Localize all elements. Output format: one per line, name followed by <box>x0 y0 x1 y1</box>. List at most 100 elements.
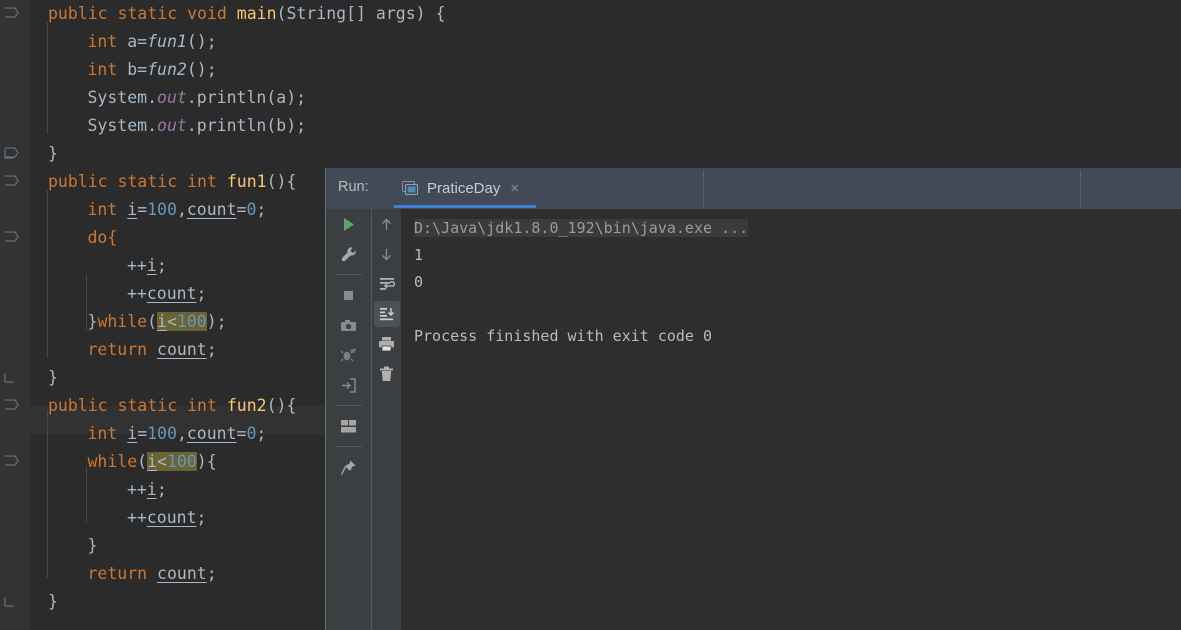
scroll-to-end-button[interactable] <box>372 299 401 329</box>
code-token: i <box>157 312 167 331</box>
code-token: , <box>176 424 187 443</box>
wrench-icon <box>340 246 357 263</box>
code-token: ( <box>276 4 287 23</box>
console-output-line: 1 <box>414 246 424 264</box>
editor-gutter[interactable] <box>0 0 30 630</box>
code-token: i <box>146 256 157 275</box>
code-token: ; <box>206 564 217 583</box>
run-tool-window[interactable]: Run: PraticeDay × D:\Java\jdk1.8.0_192\b… <box>325 168 1181 630</box>
soft-wrap-button[interactable] <box>372 269 401 299</box>
code-token: static <box>117 4 178 23</box>
code-token: (){ <box>266 396 297 415</box>
code-line[interactable]: int b=fun2(); <box>30 56 1181 84</box>
up-button[interactable] <box>372 209 401 239</box>
arrow-up-icon <box>379 217 394 232</box>
code-token: ; <box>196 284 207 303</box>
stop-square-icon <box>340 287 357 304</box>
code-token: 100 <box>176 312 207 331</box>
printer-icon <box>378 336 395 352</box>
code-token: System. <box>87 116 158 135</box>
run-configuration-icon <box>402 181 419 196</box>
code-token: b= <box>117 60 148 79</box>
code-token: int <box>87 424 118 443</box>
code-line[interactable]: int a=fun1(); <box>30 28 1181 56</box>
stop-button[interactable] <box>326 280 371 310</box>
code-token: fun1 <box>226 172 267 191</box>
code-fold-icon[interactable] <box>4 174 20 188</box>
code-line[interactable]: public static void main(String[] args) { <box>30 0 1181 28</box>
code-line[interactable]: } <box>30 140 1181 168</box>
edit-config-button[interactable] <box>326 239 371 269</box>
pin-icon <box>340 459 357 476</box>
code-token: return <box>87 340 148 359</box>
code-token: = <box>137 200 148 219</box>
indent-guide-do <box>86 274 87 330</box>
code-token: int <box>87 200 118 219</box>
code-token: int <box>87 60 118 79</box>
code-token: } <box>48 144 58 163</box>
code-token: i <box>146 480 157 499</box>
console-output[interactable]: D:\Java\jdk1.8.0_192\bin\java.exe ... 1 0 … <box>401 209 1181 630</box>
code-token: args <box>375 4 416 23</box>
close-icon[interactable]: × <box>510 180 519 197</box>
layout-button[interactable] <box>326 411 371 441</box>
code-token: = <box>236 200 247 219</box>
code-token: ; <box>206 340 217 359</box>
arrow-down-icon <box>379 247 394 262</box>
code-token: return <box>87 564 148 583</box>
code-token: fun2 <box>226 396 267 415</box>
code-fold-icon[interactable] <box>4 398 20 412</box>
code-token: i <box>127 424 138 443</box>
rerun-failed-button[interactable] <box>326 340 371 370</box>
code-line[interactable]: System.out.println(a); <box>30 84 1181 112</box>
camera-icon <box>340 317 357 334</box>
code-token: } <box>48 592 58 611</box>
header-divider-1 <box>703 170 704 208</box>
code-token: < <box>166 312 177 331</box>
indent-guide-fun1 <box>47 190 48 358</box>
rerun-button[interactable] <box>326 209 371 239</box>
code-fold-icon[interactable] <box>4 454 20 468</box>
code-token: fun1 <box>147 32 187 51</box>
run-toolbars <box>326 209 401 630</box>
print-button[interactable] <box>372 329 401 359</box>
code-token: fun2 <box>147 60 187 79</box>
code-token: .println(b); <box>186 116 307 135</box>
active-tab-underline <box>394 205 536 208</box>
code-token: ; <box>256 200 267 219</box>
clear-all-button[interactable] <box>372 359 401 389</box>
run-tab-praticeday[interactable]: PraticeDay × <box>394 168 525 209</box>
console-output-line: 0 <box>414 273 424 291</box>
code-fold-end-icon[interactable] <box>4 596 20 610</box>
code-fold-icon[interactable] <box>4 6 20 20</box>
import-arrow-icon <box>340 377 357 394</box>
down-button[interactable] <box>372 239 401 269</box>
run-tab-label: PraticeDay <box>427 180 501 197</box>
code-line[interactable]: System.out.println(b); <box>30 112 1181 140</box>
code-fold-end-icon[interactable] <box>4 372 20 386</box>
code-token: = <box>236 424 247 443</box>
code-token: count <box>146 284 197 303</box>
pin-tab-button[interactable] <box>326 452 371 482</box>
code-token: do{ <box>87 228 118 247</box>
trash-icon <box>379 366 394 382</box>
code-token: ; <box>196 508 207 527</box>
code-token: count <box>157 340 207 359</box>
code-token: ); <box>206 312 227 331</box>
code-fold-icon[interactable] <box>4 230 20 244</box>
run-panel-label: Run: <box>338 179 369 195</box>
code-token: String <box>286 4 347 23</box>
import-button[interactable] <box>326 370 371 400</box>
code-token: while <box>97 312 148 331</box>
code-token: 0 <box>246 424 257 443</box>
code-token: count <box>146 508 197 527</box>
code-fold-end-icon[interactable] <box>4 148 20 162</box>
screenshot-button[interactable] <box>326 310 371 340</box>
